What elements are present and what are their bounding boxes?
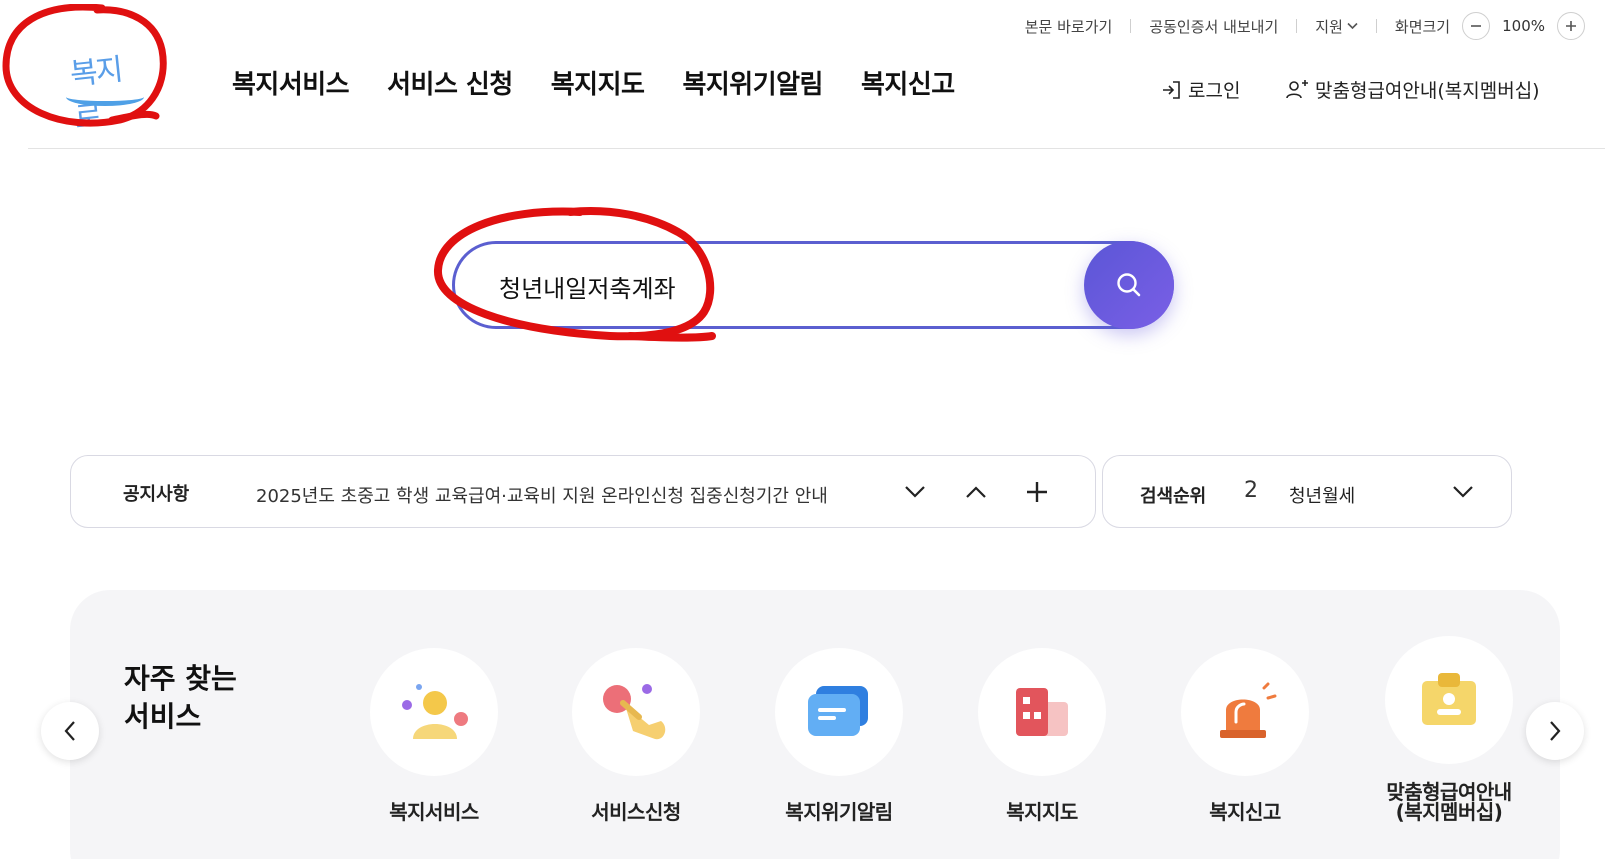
notice-more-button[interactable] bbox=[1021, 474, 1053, 510]
service-welfare[interactable]: 복지서비스 bbox=[349, 648, 519, 822]
search-icon bbox=[1117, 273, 1141, 297]
service-crisis-alert[interactable]: 복지위기알림 bbox=[754, 648, 924, 822]
membership-button[interactable]: 맞춤형급여안내(복지멤버십) bbox=[1285, 76, 1540, 103]
ranking-title: 검색순위 bbox=[1140, 486, 1207, 507]
notice-title: 공지사항 bbox=[123, 484, 190, 505]
divider bbox=[1130, 19, 1132, 33]
ranking-term-link[interactable]: 청년월세 bbox=[1289, 482, 1355, 508]
chevron-down-icon bbox=[1453, 486, 1473, 498]
id-badge-icon bbox=[1385, 636, 1513, 764]
zoom-level: 100% bbox=[1502, 17, 1545, 35]
add-user-icon bbox=[1286, 79, 1308, 98]
ranking-number: 2 bbox=[1244, 478, 1258, 503]
notice-text-link[interactable]: 2025년도 초중고 학생 교육급여·교육비 지원 온라인신청 집중신청기간 안… bbox=[256, 482, 828, 508]
notice-next-button[interactable] bbox=[899, 474, 931, 510]
support-label: 지원 bbox=[1315, 17, 1343, 36]
divider bbox=[1296, 19, 1298, 33]
ranking-expand-button[interactable] bbox=[1447, 474, 1479, 510]
carousel-next-button[interactable] bbox=[1526, 702, 1584, 760]
login-icon bbox=[1163, 80, 1180, 99]
skip-to-main-link[interactable]: 본문 바로가기 bbox=[1025, 16, 1113, 37]
main-nav: 복지서비스 서비스 신청 복지지도 복지위기알림 복지신고 bbox=[232, 64, 955, 101]
divider bbox=[1375, 19, 1377, 33]
frequent-services-title: 자주 찾는 서비스 bbox=[124, 660, 237, 736]
label-line: (복지멤버십) bbox=[1395, 800, 1503, 824]
nav-crisis-alert[interactable]: 복지위기알림 bbox=[682, 64, 823, 101]
zoom-out-button[interactable] bbox=[1462, 12, 1491, 40]
service-label: 서비스신청 bbox=[591, 800, 681, 824]
search-button[interactable] bbox=[1084, 241, 1174, 329]
nav-welfare-report[interactable]: 복지신고 bbox=[861, 64, 955, 101]
title-line: 서비스 bbox=[124, 700, 202, 733]
screen-size-label: 화면크기 bbox=[1394, 17, 1451, 36]
nav-welfare-map[interactable]: 복지지도 bbox=[551, 64, 645, 101]
nav-welfare-service[interactable]: 복지서비스 bbox=[232, 64, 350, 101]
header-divider bbox=[28, 148, 1605, 149]
service-membership[interactable]: 맞춤형급여안내 (복지멤버십) bbox=[1364, 636, 1534, 822]
service-label: 맞춤형급여안내 (복지멤버십) bbox=[1364, 782, 1534, 822]
carousel-prev-button[interactable] bbox=[41, 702, 99, 760]
minus-icon bbox=[1471, 25, 1482, 27]
plus-icon bbox=[1027, 482, 1047, 502]
chevron-down-icon bbox=[905, 486, 925, 498]
building-icon bbox=[978, 648, 1106, 776]
service-label: 복지지도 bbox=[1006, 800, 1078, 824]
chevron-down-icon bbox=[1347, 20, 1358, 33]
chevron-up-icon bbox=[966, 486, 986, 498]
search-ranking: 검색순위 2 청년월세 bbox=[1102, 455, 1512, 528]
notice-prev-button[interactable] bbox=[960, 474, 992, 510]
title-line: 자주 찾는 bbox=[124, 662, 237, 695]
utility-bar: 본문 바로가기 공동인증서 내보내기 지원 화면크기 100% bbox=[1025, 12, 1585, 40]
nav-service-apply[interactable]: 서비스 신청 bbox=[387, 64, 513, 101]
login-button[interactable]: 로그인 bbox=[1160, 76, 1240, 103]
plus-icon bbox=[1566, 21, 1576, 31]
message-icon bbox=[775, 648, 903, 776]
siren-icon bbox=[1181, 648, 1309, 776]
service-welfare-map[interactable]: 복지지도 bbox=[957, 648, 1127, 822]
label-line: 맞춤형급여안내 bbox=[1386, 780, 1512, 804]
login-label: 로그인 bbox=[1188, 80, 1241, 102]
service-apply[interactable]: 서비스신청 bbox=[551, 648, 721, 822]
service-label: 복지서비스 bbox=[389, 800, 479, 824]
cert-export-link[interactable]: 공동인증서 내보내기 bbox=[1149, 16, 1278, 37]
chevron-right-icon bbox=[1550, 721, 1561, 741]
service-label: 복지위기알림 bbox=[785, 800, 893, 824]
red-annotation-circle bbox=[433, 206, 716, 342]
person-icon bbox=[370, 648, 498, 776]
service-label: 복지신고 bbox=[1209, 800, 1281, 824]
membership-label: 맞춤형급여안내(복지멤버십) bbox=[1315, 80, 1540, 102]
service-welfare-report[interactable]: 복지신고 bbox=[1160, 648, 1330, 822]
support-dropdown[interactable]: 지원 bbox=[1315, 16, 1358, 37]
red-annotation-circle bbox=[2, 4, 167, 127]
notice-bar: 공지사항 2025년도 초중고 학생 교육급여·교육비 지원 온라인신청 집중신… bbox=[70, 455, 1096, 528]
tap-hand-icon bbox=[572, 648, 700, 776]
chevron-left-icon bbox=[64, 721, 75, 741]
zoom-in-button[interactable] bbox=[1557, 12, 1585, 40]
